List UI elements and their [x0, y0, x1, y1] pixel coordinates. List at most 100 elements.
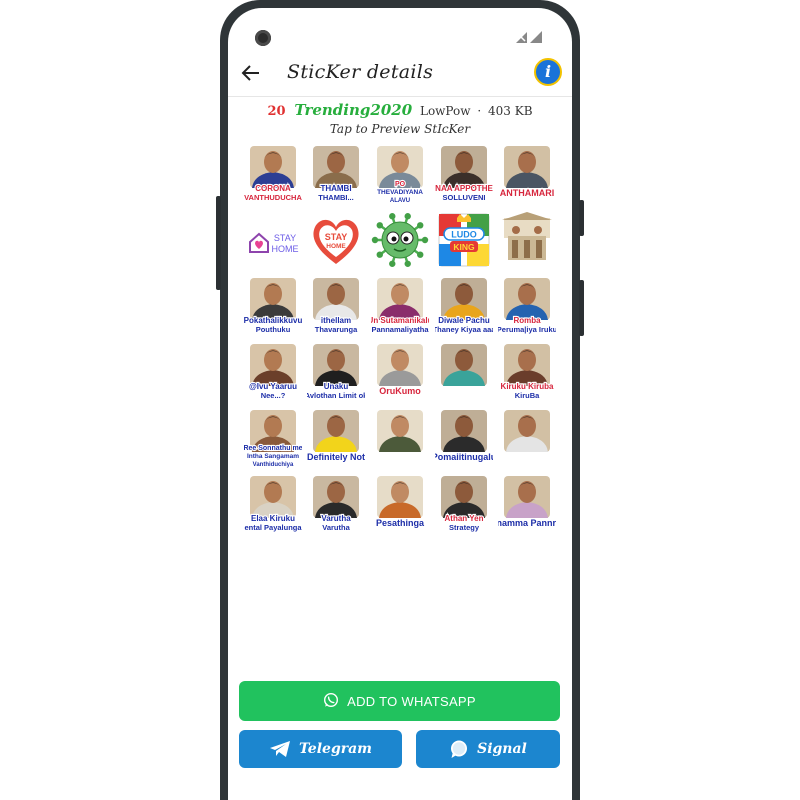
svg-text:Definitely Not: Definitely Not	[307, 452, 365, 462]
sticker-item[interactable]: Elaa KirukuMental Payalungala	[241, 471, 305, 537]
svg-text:LUDO: LUDO	[451, 230, 477, 240]
sticker-item[interactable]	[368, 207, 432, 273]
sticker-item[interactable]: ANTHAMARI	[495, 141, 559, 207]
telegram-plane-icon	[269, 740, 291, 758]
sticker-item[interactable]	[495, 207, 559, 273]
svg-text:Varutha: Varutha	[322, 514, 352, 523]
add-to-whatsapp-button[interactable]: ADD TO WHATSAPP	[239, 681, 560, 721]
whatsapp-icon	[323, 692, 339, 711]
sticker-item[interactable]: Varutha Varutha	[305, 471, 369, 537]
sticker-item[interactable]: Pomaiitinugalu	[432, 405, 496, 471]
svg-text:Pesathinga: Pesathinga	[376, 518, 425, 528]
svg-text:HOME: HOME	[327, 243, 347, 250]
svg-text:Pannamaliyatha: Pannamaliyatha	[371, 325, 429, 334]
app-bar: SticKer details i	[228, 52, 572, 96]
svg-text:Pomaiitinugalu: Pomaiitinugalu	[435, 452, 493, 462]
svg-text:Athan Yen: Athan Yen	[444, 514, 483, 523]
sticker-item[interactable]: Unaku Avlothan Limit ok	[305, 339, 369, 405]
sticker-item[interactable]: Pesathinga	[368, 471, 432, 537]
sticker-item[interactable]: Definitely Not	[305, 405, 369, 471]
sticker-item[interactable]: THAMBI THAMBI...	[305, 141, 369, 207]
svg-text:Ree Sonnathu me: Ree Sonnathu me	[244, 445, 302, 452]
svg-text:Romba: Romba	[514, 316, 542, 325]
svg-text:Peruma|iya Iruku: Peruma|iya Iruku	[498, 325, 556, 334]
svg-text:Nee...?: Nee...?	[261, 391, 286, 400]
svg-text:ANTHAMARI: ANTHAMARI	[500, 188, 555, 198]
sticker-item[interactable]: Pokathalikkuvu Pouthuku	[241, 273, 305, 339]
signal-button-label: Signal	[477, 741, 527, 757]
sticker-item[interactable]: Ennamma Pannriko	[495, 471, 559, 537]
sticker-item[interactable]	[432, 339, 496, 405]
svg-text:Mental Payalungala: Mental Payalungala	[244, 523, 302, 532]
phone-screen: SticKer details i 20 Trending2020 LowPow…	[228, 8, 572, 800]
pack-name: Trending2020	[294, 101, 413, 119]
sticker-item[interactable]: Romba Peruma|iya Iruku	[495, 273, 559, 339]
svg-text:Avlothan Limit ok: Avlothan Limit ok	[307, 391, 365, 400]
svg-text:ALAVU: ALAVU	[390, 198, 410, 204]
svg-text:THEVADIYANA: THEVADIYANA	[377, 189, 423, 196]
sticker-item[interactable]: Kiruku Kiruba KiruBa	[495, 339, 559, 405]
sticker-item[interactable]: NAA APPOTHE SOLLUVENI	[432, 141, 496, 207]
back-arrow-icon[interactable]	[240, 62, 262, 84]
telegram-button[interactable]: Telegram	[239, 730, 402, 768]
sticker-item[interactable]	[495, 405, 559, 471]
signal-strength-icon	[516, 31, 542, 43]
sticker-item[interactable]: PO THEVADIYANA ALAVU	[368, 141, 432, 207]
appbar-divider	[228, 96, 572, 97]
info-icon[interactable]: i	[534, 58, 562, 86]
pack-publisher: LowPow	[419, 104, 471, 118]
signal-bubble-icon	[449, 739, 469, 759]
svg-text:SOLLUVENI: SOLLUVENI	[442, 193, 485, 202]
sticker-grid: CORONA VANTHUDUCHA THAMBI THAMBI... PO THEVAD…	[241, 141, 559, 537]
phone-side-button-left	[216, 196, 221, 290]
svg-text:ithellam: ithellam	[321, 316, 351, 325]
sticker-item[interactable]: LUDO KING	[432, 207, 496, 273]
svg-text:THAMBI...: THAMBI...	[319, 193, 354, 202]
svg-text:Elaa Kiruku: Elaa Kiruku	[251, 514, 295, 523]
svg-text:Varutha: Varutha	[323, 523, 351, 532]
svg-text:STAY: STAY	[274, 233, 296, 243]
svg-text:HOME: HOME	[271, 244, 298, 254]
svg-text:Unaku: Unaku	[324, 382, 349, 391]
svg-text:Kiruku Kiruba: Kiruku Kiruba	[501, 382, 554, 391]
svg-text:@Ivu Yaaruu: @Ivu Yaaruu	[249, 382, 297, 391]
svg-text:Ennamma Pannriko: Ennamma Pannriko	[498, 518, 556, 528]
phone-side-button-right-lower	[579, 280, 584, 336]
sticker-item[interactable]: Ree Sonnathu me Intha Sangamam Vanthiduchi…	[241, 405, 305, 471]
svg-text:CORONA: CORONA	[255, 184, 291, 193]
info-separator: ·	[477, 104, 482, 118]
sticker-item[interactable]: Athan Yen Strategy	[432, 471, 496, 537]
signal-button[interactable]: Signal	[416, 730, 560, 768]
sticker-item[interactable]: Un SutamanikaluPannamaliyatha	[368, 273, 432, 339]
sticker-item[interactable]: Diwale Pachu Thaney Kiyaa aaa	[432, 273, 496, 339]
sticker-item[interactable]: OruKumo	[368, 339, 432, 405]
svg-text:Thaney Kiyaa aaa: Thaney Kiyaa aaa	[435, 325, 493, 334]
svg-text:OruKumo: OruKumo	[379, 386, 421, 396]
svg-text:KING: KING	[453, 242, 475, 252]
svg-text:KiruBa: KiruBa	[515, 391, 540, 400]
sticker-item[interactable]: ithellam Thavarunga	[305, 273, 369, 339]
pack-info-row: 20 Trending2020 LowPow · 403 KB	[228, 101, 572, 119]
svg-text:PO: PO	[395, 181, 406, 188]
page-title: SticKer details	[287, 61, 434, 83]
svg-text:Vanthiduchiya: Vanthiduchiya	[252, 462, 293, 468]
svg-text:Un Sutamanikalu: Un Sutamanikalu	[371, 316, 429, 325]
sticker-item[interactable]: STAY HOME	[241, 207, 305, 273]
sticker-item[interactable]: CORONA VANTHUDUCHA	[241, 141, 305, 207]
sticker-item[interactable]	[368, 405, 432, 471]
sticker-count: 20	[267, 104, 286, 119]
front-camera	[255, 30, 271, 46]
svg-text:VANTHUDUCHA: VANTHUDUCHA	[244, 193, 302, 202]
status-bar-icons	[516, 30, 544, 44]
svg-text:Pouthuku: Pouthuku	[256, 325, 291, 334]
svg-text:Pokathalikkuvu: Pokathalikkuvu	[244, 316, 302, 325]
sticker-item[interactable]: STAY HOME	[305, 207, 369, 273]
phone-side-button-right-upper	[579, 200, 584, 236]
svg-text:THAMBI: THAMBI	[321, 184, 352, 193]
svg-text:STAY: STAY	[325, 232, 348, 242]
pack-size: 403 KB	[488, 104, 533, 118]
tap-preview-hint: Tap to Preview StIcKer	[329, 122, 471, 136]
svg-text:Diwale Pachu: Diwale Pachu	[438, 316, 490, 325]
sticker-item[interactable]: @Ivu Yaaruu Nee...?	[241, 339, 305, 405]
svg-text:Thavarunga: Thavarunga	[315, 325, 358, 334]
